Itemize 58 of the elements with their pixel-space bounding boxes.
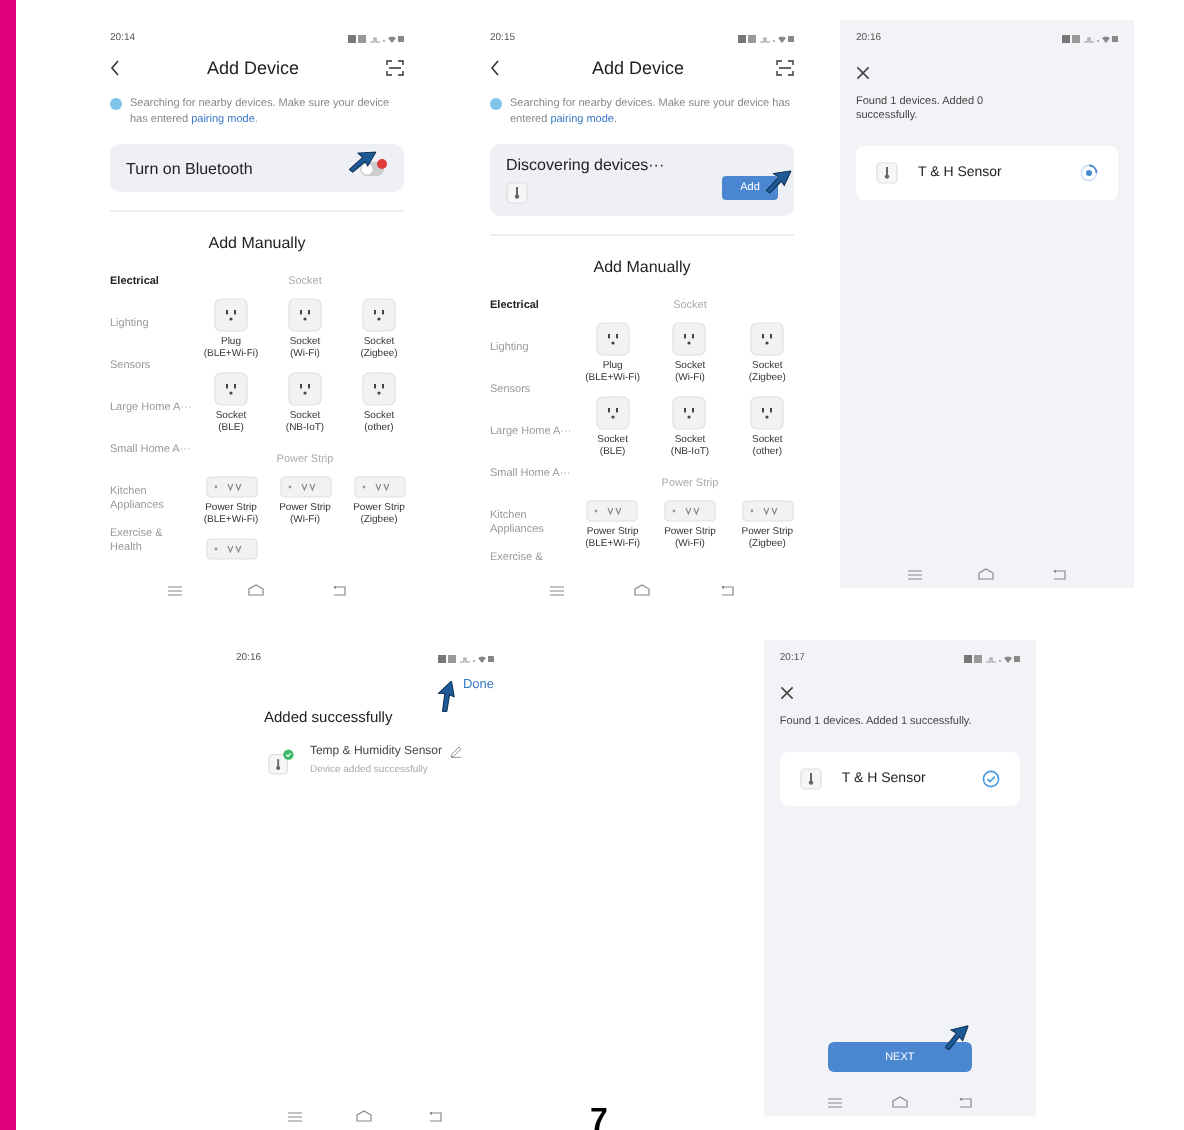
socket-icon xyxy=(672,396,707,430)
section-title: Add Manually xyxy=(206,234,308,252)
screen-title: Add Device xyxy=(206,58,300,78)
search-indicator-icon xyxy=(110,98,122,110)
scan-icon[interactable] xyxy=(776,60,794,76)
power-strip-icon xyxy=(663,500,716,522)
discovering-label: Discovering devices··· xyxy=(506,156,665,174)
bluetooth-prompt: Turn on Bluetooth xyxy=(126,159,253,177)
section-title: Add Manually xyxy=(591,258,693,276)
socket-icon xyxy=(672,322,707,356)
menu-icon[interactable] xyxy=(549,585,564,595)
home-icon[interactable] xyxy=(248,584,265,596)
menu-icon[interactable] xyxy=(167,585,182,595)
menu-icon[interactable] xyxy=(287,1111,302,1121)
status-icons xyxy=(348,33,404,43)
socket-icon xyxy=(288,372,322,406)
close-icon[interactable] xyxy=(779,686,794,700)
socket-icon xyxy=(362,298,396,332)
back-icon[interactable] xyxy=(720,585,735,595)
search-indicator-icon xyxy=(490,98,502,110)
scan-icon[interactable] xyxy=(386,60,404,76)
home-icon[interactable] xyxy=(633,584,650,596)
back-icon[interactable] xyxy=(332,585,347,595)
socket-icon xyxy=(750,396,785,430)
status-icons xyxy=(738,33,794,43)
close-icon[interactable] xyxy=(856,66,870,80)
back-icon[interactable] xyxy=(957,1097,972,1107)
thermometer-device-icon xyxy=(876,162,898,184)
status-icons xyxy=(438,653,494,663)
pointer-arrow-icon xyxy=(431,677,461,715)
home-icon[interactable] xyxy=(891,1096,908,1108)
status-icons xyxy=(963,653,1020,663)
socket-icon xyxy=(214,298,248,332)
power-strip-icon xyxy=(205,538,257,560)
power-strip-icon xyxy=(586,500,639,522)
thermometer-device-icon xyxy=(506,182,528,204)
power-strip-icon xyxy=(205,476,257,498)
socket-icon xyxy=(595,396,630,430)
menu-icon[interactable] xyxy=(828,1097,843,1107)
socket-icon xyxy=(595,322,630,356)
socket-icon xyxy=(362,372,396,406)
socket-icon xyxy=(288,298,322,332)
socket-icon xyxy=(750,322,785,356)
page-number: 7 xyxy=(590,1110,608,1130)
sensor-added-icon xyxy=(268,747,294,775)
menu-icon[interactable] xyxy=(908,569,923,579)
power-strip-icon xyxy=(741,500,794,522)
power-strip-icon xyxy=(279,476,331,498)
home-icon[interactable] xyxy=(356,1110,373,1122)
screen-title: Add Device xyxy=(591,58,685,78)
home-icon[interactable] xyxy=(978,568,995,580)
edit-icon[interactable] xyxy=(450,746,462,758)
thermometer-device-icon xyxy=(799,768,822,790)
back-icon[interactable] xyxy=(1051,569,1066,579)
socket-icon xyxy=(214,372,248,406)
back-icon[interactable] xyxy=(428,1111,443,1121)
status-icons xyxy=(1062,33,1118,43)
power-strip-icon xyxy=(353,476,405,498)
